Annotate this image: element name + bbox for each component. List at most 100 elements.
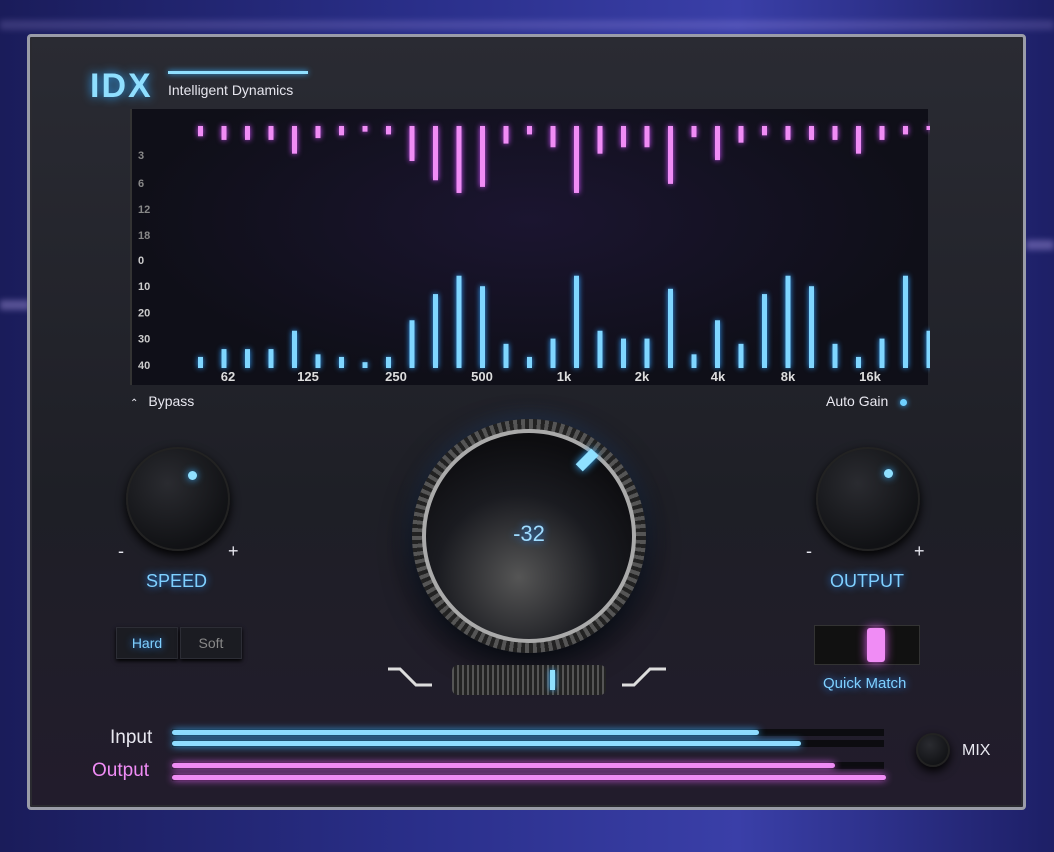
reduction-bar bbox=[621, 126, 626, 148]
reduction-bar bbox=[198, 126, 203, 137]
freq-label: 4k bbox=[711, 369, 726, 384]
threshold-value: -32 bbox=[513, 521, 545, 546]
level-bar bbox=[597, 330, 603, 368]
input-meter-label: Input bbox=[110, 727, 153, 748]
speed-knob[interactable] bbox=[126, 447, 230, 551]
mix-label: MIX bbox=[962, 742, 991, 759]
level-bar bbox=[433, 294, 438, 368]
reduction-bar bbox=[221, 126, 227, 140]
reduction-bar bbox=[550, 126, 556, 148]
level-bar bbox=[574, 275, 579, 368]
level-bar bbox=[621, 338, 626, 368]
level-tick: 40 bbox=[138, 360, 150, 372]
knob-indicator-icon bbox=[188, 471, 197, 480]
knee-slider-handle[interactable] bbox=[550, 670, 555, 690]
bypass-label: Bypass bbox=[148, 393, 195, 409]
reduction-bar bbox=[715, 126, 720, 161]
reduction-bar bbox=[832, 126, 838, 140]
threshold-knob[interactable]: -32 bbox=[412, 419, 646, 653]
level-bar bbox=[362, 362, 368, 368]
level-bar bbox=[550, 338, 556, 368]
level-tick: 10 bbox=[138, 281, 150, 293]
speed-plus: + bbox=[228, 541, 239, 561]
input-meter-left bbox=[172, 730, 759, 735]
freq-label: 250 bbox=[385, 369, 407, 384]
freq-label: 500 bbox=[471, 369, 493, 384]
reduction-bar bbox=[879, 126, 885, 140]
mix-knob[interactable] bbox=[916, 733, 950, 767]
quick-match-label: Quick Match bbox=[823, 675, 907, 692]
level-bar bbox=[715, 320, 720, 368]
output-meter-label: Output bbox=[92, 760, 150, 781]
hard-knee-icon bbox=[388, 667, 432, 687]
reduction-bar bbox=[668, 126, 673, 184]
output-meter-right bbox=[172, 775, 886, 780]
level-bar bbox=[926, 330, 932, 368]
level-bar bbox=[527, 356, 532, 368]
level-bar bbox=[644, 338, 650, 368]
level-bar bbox=[245, 349, 250, 368]
output-label: OUTPUT bbox=[830, 571, 904, 591]
level-bar bbox=[198, 356, 203, 368]
level-bar bbox=[762, 294, 767, 368]
subtitle: Intelligent Dynamics bbox=[168, 82, 294, 98]
freq-label: 125 bbox=[297, 369, 319, 384]
reduction-bar bbox=[785, 126, 791, 140]
speed-minus: - bbox=[118, 541, 124, 561]
level-bar bbox=[903, 275, 908, 368]
input-meter-right bbox=[172, 741, 801, 746]
knob-indicator-icon bbox=[884, 469, 893, 478]
auto-gain-toggle[interactable]: Auto Gain bbox=[826, 393, 908, 409]
logo: IDX bbox=[90, 67, 153, 105]
level-bar bbox=[315, 354, 321, 368]
hard-button[interactable]: Hard bbox=[116, 627, 178, 659]
output-meter-left bbox=[172, 763, 835, 768]
level-tick: 20 bbox=[138, 307, 150, 319]
level-tick: 0 bbox=[138, 255, 144, 267]
level-bar bbox=[480, 286, 485, 368]
speed-label: SPEED bbox=[146, 571, 208, 591]
reduction-bar bbox=[292, 126, 297, 154]
reduction-bar bbox=[644, 126, 650, 148]
freq-label: 16k bbox=[859, 369, 881, 384]
reduction-bar bbox=[691, 126, 697, 138]
level-bar bbox=[268, 349, 274, 368]
level-bar bbox=[856, 356, 861, 368]
reduction-tick: 3 bbox=[138, 150, 144, 162]
reduction-bar bbox=[245, 126, 250, 140]
freq-label: 8k bbox=[781, 369, 796, 384]
soft-button[interactable]: Soft bbox=[180, 627, 242, 659]
level-bar bbox=[809, 286, 814, 368]
quick-match-slider[interactable] bbox=[814, 625, 920, 665]
level-bar bbox=[221, 349, 227, 368]
reduction-bar bbox=[456, 126, 462, 193]
reduction-bar bbox=[409, 126, 415, 161]
reduction-bar bbox=[926, 126, 932, 130]
output-plus: + bbox=[914, 541, 925, 561]
reduction-bar bbox=[433, 126, 438, 181]
reduction-bar bbox=[903, 126, 908, 135]
reduction-bar bbox=[809, 126, 814, 140]
level-bar bbox=[339, 356, 344, 368]
level-bar bbox=[668, 288, 673, 368]
reduction-bar bbox=[762, 126, 767, 136]
auto-gain-led-icon bbox=[900, 399, 908, 406]
quick-match-handle[interactable] bbox=[867, 628, 885, 662]
reduction-bar bbox=[597, 126, 603, 154]
level-bar bbox=[785, 275, 791, 368]
level-bar bbox=[879, 338, 885, 368]
soft-knee-icon bbox=[622, 667, 666, 687]
output-knob[interactable] bbox=[816, 447, 920, 551]
reduction-bar bbox=[856, 126, 861, 154]
freq-label: 2k bbox=[635, 369, 650, 384]
level-bar bbox=[738, 343, 744, 368]
level-bar bbox=[832, 343, 838, 368]
logo-line bbox=[168, 71, 308, 74]
output-minus: - bbox=[806, 541, 812, 561]
reduction-bar bbox=[503, 126, 509, 144]
chevron-up-icon: ⌃ bbox=[130, 398, 139, 409]
knee-slider[interactable] bbox=[452, 665, 606, 695]
bypass-toggle[interactable]: ⌃ Bypass bbox=[130, 393, 194, 409]
freq-label: 62 bbox=[221, 369, 235, 384]
reduction-tick: 6 bbox=[138, 178, 144, 190]
